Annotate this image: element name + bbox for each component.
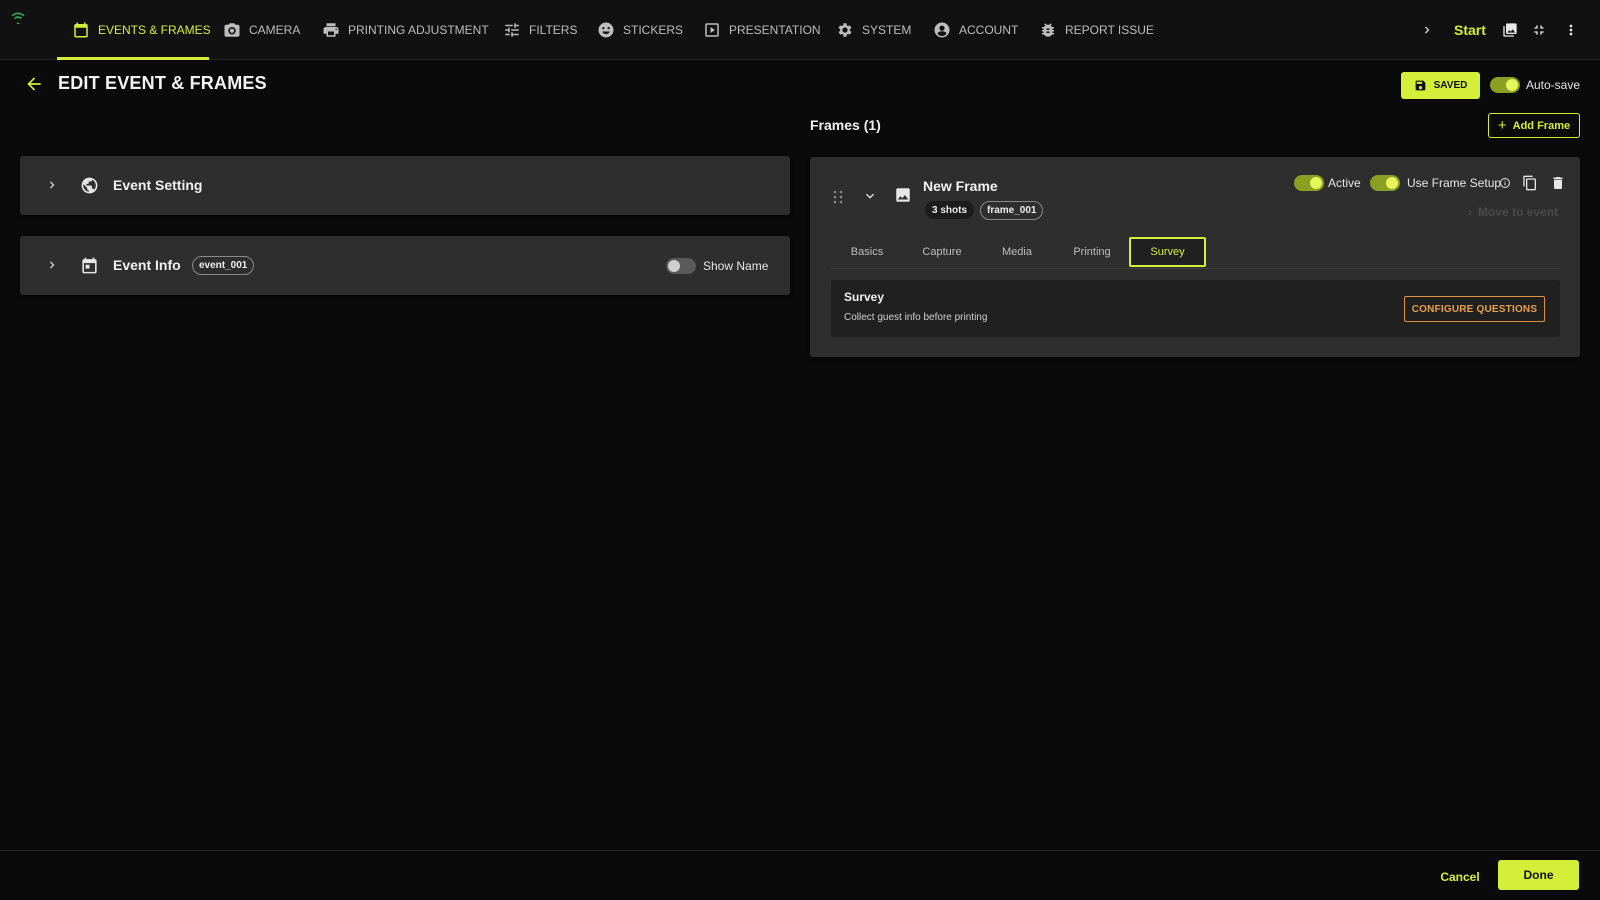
frames-title: Frames (1): [810, 117, 881, 133]
footer-bar: [0, 850, 1600, 900]
page-title: EDIT EVENT & FRAMES: [58, 73, 267, 93]
fullscreen-exit-icon: [1534, 25, 1544, 35]
saved-button[interactable]: SAVED: [1401, 72, 1480, 99]
nav-camera[interactable]: CAMERA: [223, 0, 300, 60]
event-info-accordion[interactable]: Event Info event_001 Show Name: [20, 236, 790, 295]
toggle-knob: [1506, 79, 1518, 91]
chevron-down-icon[interactable]: [862, 188, 878, 204]
calendar-icon: [82, 257, 97, 274]
nav-account[interactable]: ACCOUNT: [933, 0, 1018, 60]
survey-section: Survey Collect guest info before printin…: [831, 280, 1560, 337]
event-setting-title: Event Setting: [113, 177, 203, 193]
active-toggle[interactable]: [1294, 175, 1324, 191]
add-frame-label: Add Frame: [1512, 119, 1571, 132]
nav-filters[interactable]: FILTERS: [503, 0, 577, 60]
tab-divider: [831, 268, 1560, 269]
tab-media[interactable]: Media: [996, 237, 1038, 267]
start-button[interactable]: Start: [1454, 0, 1486, 60]
sliders-icon: [505, 23, 519, 37]
show-name-label: Show Name: [703, 259, 769, 273]
nav-label: PRESENTATION: [729, 23, 821, 37]
saved-label: SAVED: [1433, 80, 1468, 91]
nav-label: SYSTEM: [862, 23, 912, 37]
toggle-knob: [1386, 177, 1398, 189]
move-to-event-button[interactable]: › Move to event: [1468, 205, 1558, 219]
gear-icon: [838, 23, 852, 37]
nav-label: CAMERA: [249, 23, 301, 37]
active-tab-indicator: [57, 57, 209, 60]
add-frame-button[interactable]: + Add Frame: [1488, 113, 1580, 138]
nav-label: REPORT ISSUE: [1065, 23, 1154, 37]
survey-subtitle: Collect guest info before printing: [844, 312, 988, 323]
start-label: Start: [1454, 22, 1486, 38]
nav-label: FILTERS: [529, 23, 578, 37]
configure-questions-button[interactable]: CONFIGURE QUESTIONS: [1404, 296, 1545, 322]
toggle-knob: [1310, 177, 1322, 189]
event-id-chip: event_001: [192, 256, 255, 275]
chevron-right-icon: ›: [1468, 205, 1472, 219]
event-setting-accordion[interactable]: Event Setting: [20, 156, 790, 215]
frame-name: New Frame: [923, 178, 998, 194]
nav-label: EVENTS & FRAMES: [98, 23, 211, 37]
frame-id-chip: frame_001: [980, 201, 1044, 220]
nav-stickers[interactable]: STICKERS: [597, 0, 683, 60]
done-button[interactable]: Done: [1498, 860, 1579, 890]
nav-events-frames[interactable]: EVENTS & FRAMES: [72, 0, 211, 60]
printer-icon: [323, 23, 339, 37]
back-arrow-icon[interactable]: [24, 74, 44, 94]
more-menu-button[interactable]: [1563, 0, 1579, 60]
autosave-label: Auto-save: [1526, 78, 1581, 92]
save-icon: [1415, 80, 1426, 91]
chevron-right-icon[interactable]: [45, 258, 59, 272]
nav-report-issue[interactable]: REPORT ISSUE: [1039, 0, 1154, 60]
tab-capture[interactable]: Capture: [916, 237, 968, 267]
account-icon: [934, 22, 950, 38]
nav-scroll-right-button[interactable]: [1420, 0, 1434, 60]
drag-handle-icon[interactable]: [832, 190, 844, 204]
fullscreen-button[interactable]: [1531, 0, 1547, 60]
play-icon: [705, 23, 719, 37]
image-icon: [896, 188, 910, 202]
cancel-button[interactable]: Cancel: [1430, 866, 1490, 888]
globe-icon: [81, 177, 98, 194]
more-vertical-icon: [1569, 24, 1573, 36]
nav-presentation[interactable]: PRESENTATION: [703, 0, 821, 60]
trash-icon[interactable]: [1550, 175, 1566, 191]
nav-label: STICKERS: [623, 23, 684, 37]
camera-icon: [224, 23, 240, 37]
copy-icon[interactable]: [1522, 175, 1538, 191]
plus-icon: +: [1497, 117, 1507, 134]
bug-icon: [1042, 23, 1054, 37]
nav-system[interactable]: SYSTEM: [836, 0, 911, 60]
gallery-icon: [1503, 23, 1517, 37]
use-frame-setup-toggle[interactable]: [1370, 175, 1400, 191]
chevron-right-icon: [1425, 26, 1430, 34]
tab-printing[interactable]: Printing: [1066, 237, 1118, 267]
active-label: Active: [1328, 176, 1361, 190]
calendar-icon: [74, 22, 88, 38]
tab-survey[interactable]: Survey: [1129, 237, 1206, 267]
tab-basics[interactable]: Basics: [842, 237, 892, 267]
event-info-title: Event Info: [113, 257, 181, 273]
top-navigation: EVENTS & FRAMES CAMERA PRINTING ADJUSTME…: [0, 0, 1600, 60]
toggle-knob: [668, 260, 680, 272]
nav-label: ACCOUNT: [959, 23, 1019, 37]
move-to-event-label: Move to event: [1478, 205, 1559, 219]
use-frame-setup-label: Use Frame Setup: [1407, 176, 1502, 190]
survey-title: Survey: [844, 290, 885, 304]
wifi-icon: [11, 12, 25, 24]
info-icon[interactable]: [1499, 177, 1511, 189]
autosave-toggle[interactable]: [1490, 77, 1520, 93]
chevron-right-icon[interactable]: [45, 178, 59, 192]
nav-label: PRINTING ADJUSTMENT: [348, 23, 489, 37]
nav-printing-adjustment[interactable]: PRINTING ADJUSTMENT: [322, 0, 489, 60]
shots-chip: 3 shots: [925, 201, 975, 219]
smiley-icon: [598, 22, 614, 38]
show-name-toggle[interactable]: [666, 258, 696, 274]
gallery-button[interactable]: [1502, 0, 1518, 60]
